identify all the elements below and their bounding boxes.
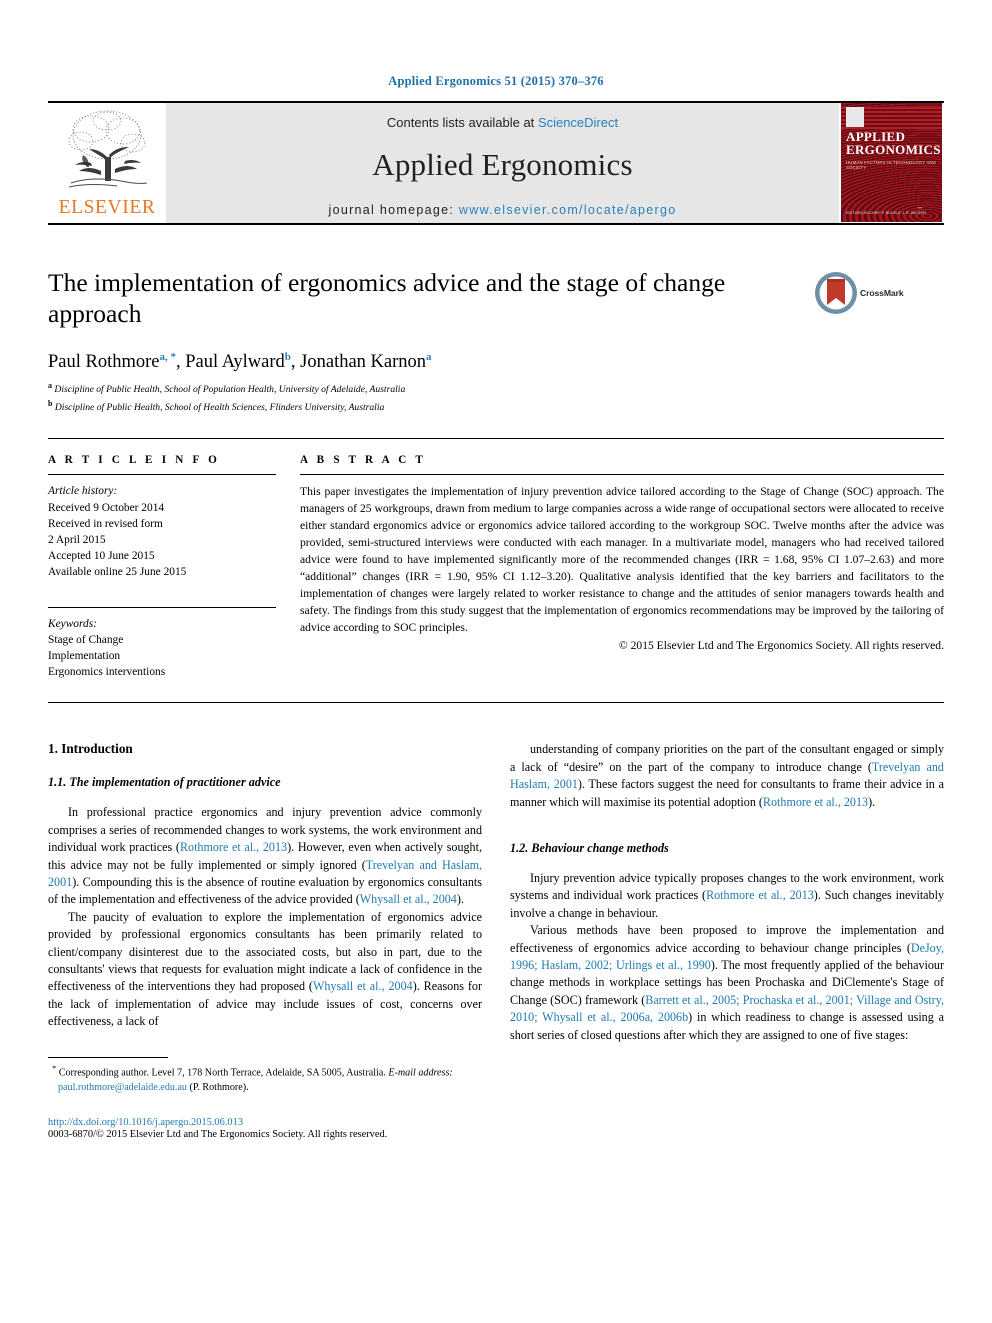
body-columns: 1. Introduction 1.1. The implementation … xyxy=(48,741,944,1140)
author-name-1: Paul Rothmore xyxy=(48,352,160,373)
keyword-item: Implementation xyxy=(48,649,121,662)
citation-link[interactable]: Rothmore et al., 2013 xyxy=(763,795,868,809)
paragraph: understanding of company priorities on t… xyxy=(510,742,944,809)
citation-link[interactable]: Rothmore et al., 2013 xyxy=(180,840,287,854)
section-heading-1-2: 1.2. Behaviour change methods xyxy=(510,840,669,855)
article-info-rule xyxy=(48,474,276,476)
footnote-marker: * xyxy=(52,1063,57,1073)
footnote-block: * Corresponding author. Level 7, 178 Nor… xyxy=(48,1056,482,1140)
article-history-label: Article history: xyxy=(48,485,118,498)
footnote-rule xyxy=(48,1056,168,1058)
keyword-item: Ergonomics interventions xyxy=(48,666,166,679)
paragraph: In professional practice ergonomics and … xyxy=(48,805,483,907)
contents-prefix: Contents lists available at xyxy=(386,115,538,130)
history-item: Received 9 October 2014 xyxy=(48,501,165,514)
citation-link[interactable]: Whysall et al., 2004 xyxy=(313,979,413,993)
citation-link[interactable]: Whysall et al., 2004 xyxy=(360,892,457,906)
cover-title: APPLIED ERGONOMICS xyxy=(846,129,941,157)
article-page: Applied Ergonomics 51 (2015) 370–376 ELS… xyxy=(0,0,992,1323)
journal-title: Applied Ergonomics xyxy=(372,147,633,182)
affiliation-list: a Discipline of Public Health, School of… xyxy=(48,380,944,416)
section-heading-1-1: 1.1. The implementation of practitioner … xyxy=(48,775,281,790)
history-item: Received in revised form xyxy=(48,517,163,530)
elsevier-logo[interactable]: ELSEVIER xyxy=(48,103,166,223)
affiliation-a: a Discipline of Public Health, School of… xyxy=(48,381,406,396)
header-bottom-rule xyxy=(48,223,944,225)
authors-line: Paul Rothmorea, *, Paul Aylwardb, Jonath… xyxy=(48,351,432,373)
abstract-heading: A B S T R A C T xyxy=(300,454,427,467)
article-history: Article history: Received 9 October 2014… xyxy=(48,483,276,580)
abstract-copyright: © 2015 Elsevier Ltd and The Ergonomics S… xyxy=(618,638,944,652)
homepage-link[interactable]: www.elsevier.com/locate/apergo xyxy=(459,203,677,217)
article-info-heading: A R T I C L E I N F O xyxy=(48,454,221,467)
affiliation-b: b Discipline of Public Health, School of… xyxy=(48,399,385,414)
contents-list-line: Contents lists available at ScienceDirec… xyxy=(387,115,618,130)
crossmark-badge[interactable]: CrossMark xyxy=(814,267,906,315)
journal-cover[interactable]: APPLIED ERGONOMICS HUMAN FACTORS IN TECH… xyxy=(839,103,944,223)
author-marks-1[interactable]: a, * xyxy=(160,351,177,363)
elsevier-wordmark: ELSEVIER xyxy=(58,197,156,218)
left-column: 1. Introduction 1.1. The implementation … xyxy=(48,741,482,1140)
keyword-item: Stage of Change xyxy=(48,633,124,646)
title-row: The implementation of ergonomics advice … xyxy=(48,267,944,329)
author-marks-2[interactable]: b xyxy=(285,351,291,363)
corresponding-author-note: * Corresponding author. Level 7, 178 Nor… xyxy=(48,1063,482,1096)
history-item: Accepted 10 June 2015 xyxy=(48,550,155,563)
info-top-rule xyxy=(48,438,944,440)
journal-header-band: ELSEVIER Contents lists available at Sci… xyxy=(48,103,944,223)
citation-link[interactable]: Barrett et al., 2005; Prochaska et al., … xyxy=(510,993,944,1024)
crossmark-icon xyxy=(814,271,858,315)
author-name-3: Jonathan Karnon xyxy=(300,352,427,373)
right-column: understanding of company priorities on t… xyxy=(510,741,944,1140)
keywords-block: Keywords: Stage of Change Implementation… xyxy=(48,616,276,681)
cover-subtitle: HUMAN FACTORS IN TECHNOLOGY AND SOCIETY xyxy=(846,160,937,170)
homepage-prefix: journal homepage: xyxy=(328,203,459,217)
running-head: Applied Ergonomics 51 (2015) 370–376 xyxy=(388,74,604,88)
history-item: Available online 25 June 2015 xyxy=(48,566,187,579)
article-info-column: A R T I C L E I N F O Article history: R… xyxy=(48,454,300,680)
elsevier-tree-icon xyxy=(61,105,153,197)
section-heading-1: 1. Introduction xyxy=(48,741,133,757)
paragraph: The paucity of evaluation to explore the… xyxy=(48,909,482,1029)
paragraph: Injury prevention advice typically propo… xyxy=(510,870,944,920)
info-abstract-row: A R T I C L E I N F O Article history: R… xyxy=(48,454,944,680)
citation-link[interactable]: Trevelyan and Haslam, 2001 xyxy=(510,760,944,791)
email-link[interactable]: paul.rothmore@adelaide.edu.au xyxy=(58,1082,187,1093)
journal-homepage-line: journal homepage: www.elsevier.com/locat… xyxy=(329,203,677,217)
cover-elsevier-mark-icon xyxy=(846,107,864,127)
paragraph: Various methods have been proposed to im… xyxy=(510,923,944,1042)
journal-banner: Contents lists available at ScienceDirec… xyxy=(166,103,839,223)
cover-footer: EDITORS-IN-CHIEF P. BUCKLE J. R. WILSON xyxy=(846,210,926,215)
keywords-rule xyxy=(48,606,276,608)
doi-link[interactable]: http://dx.doi.org/10.1016/j.apergo.2015.… xyxy=(48,1117,482,1128)
citation-link[interactable]: Trevelyan and Haslam, 2001 xyxy=(48,858,482,889)
keywords-label: Keywords: xyxy=(48,617,97,630)
email-label: E-mail address: xyxy=(388,1066,453,1078)
corresponding-author-text: Corresponding author. Level 7, 178 North… xyxy=(58,1066,386,1078)
sciencedirect-link[interactable]: ScienceDirect xyxy=(538,115,618,130)
issn-copyright-line: 0003-6870/© 2015 Elsevier Ltd and The Er… xyxy=(48,1129,388,1141)
journal-cover-art: APPLIED ERGONOMICS HUMAN FACTORS IN TECH… xyxy=(841,103,942,222)
citation-link[interactable]: Rothmore et al., 2013 xyxy=(706,888,814,902)
abstract-bottom-rule xyxy=(48,702,944,704)
doi-block: http://dx.doi.org/10.1016/j.apergo.2015.… xyxy=(48,1117,482,1140)
author-name-2: Paul Aylward xyxy=(185,352,285,373)
email-owner: (P. Rothmore). xyxy=(189,1082,249,1094)
author-marks-3[interactable]: a xyxy=(426,351,432,363)
abstract-rule xyxy=(300,474,944,476)
history-item: 2 April 2015 xyxy=(48,534,106,547)
abstract-text: This paper investigates the implementati… xyxy=(300,485,944,634)
abstract-column: A B S T R A C T This paper investigates … xyxy=(300,454,944,680)
citation-link[interactable]: DeJoy, 1996; Haslam, 2002; Urlings et al… xyxy=(510,941,944,972)
page-title: The implementation of ergonomics advice … xyxy=(48,268,726,329)
crossmark-label: CrossMark xyxy=(860,288,904,298)
